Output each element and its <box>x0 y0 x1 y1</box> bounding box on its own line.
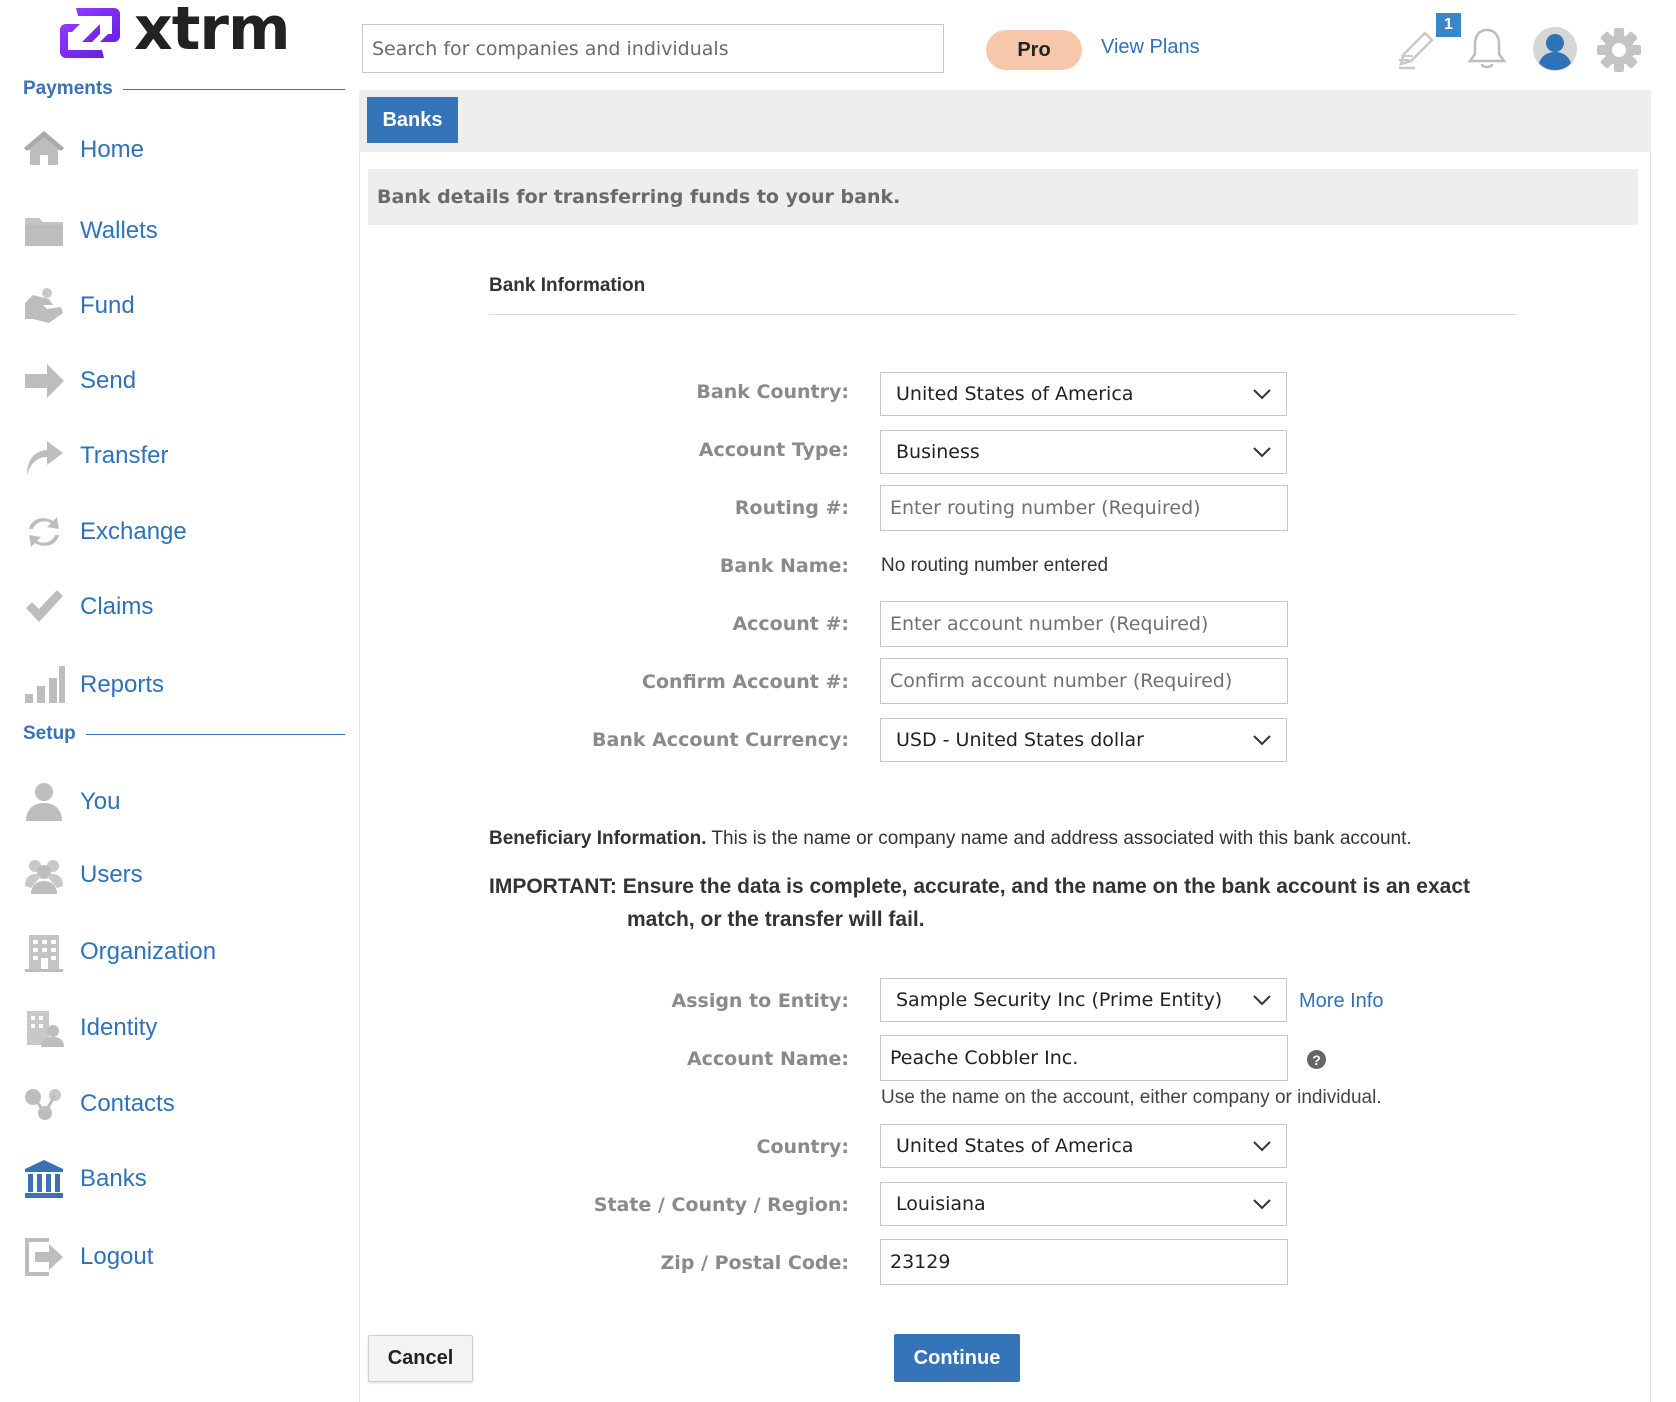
zip-postal-label: Zip / Postal Code: <box>660 1252 849 1274</box>
search-input[interactable] <box>362 24 944 73</box>
sidebar-item-claims[interactable]: Claims <box>22 582 153 632</box>
arrow-right-icon <box>22 359 66 403</box>
logout-icon <box>22 1235 66 1279</box>
chevron-down-icon <box>1253 1141 1271 1152</box>
users-icon <box>22 853 66 897</box>
bank-name-label: Bank Name: <box>719 555 849 577</box>
bell-icon[interactable] <box>1466 26 1508 72</box>
tab-banks[interactable]: Banks <box>367 97 458 143</box>
sidebar-item-exchange[interactable]: Exchange <box>22 507 187 557</box>
building-icon <box>22 930 66 974</box>
account-number-label: Account #: <box>732 613 849 635</box>
assign-entity-select[interactable]: Sample Security Inc (Prime Entity) <box>880 978 1287 1022</box>
section-divider <box>489 314 1517 315</box>
sidebar-item-fund[interactable]: Fund <box>22 281 135 331</box>
bank-country-select[interactable]: United States of America <box>880 372 1287 416</box>
home-icon <box>22 128 66 172</box>
logo-mark-icon <box>60 8 120 58</box>
sidebar-item-wallets[interactable]: Wallets <box>22 206 158 256</box>
logo[interactable]: xtrm <box>56 0 290 66</box>
account-type-label: Account Type: <box>698 439 849 461</box>
country-label: Country: <box>756 1136 850 1158</box>
sidebar-item-home[interactable]: Home <box>22 125 144 175</box>
contacts-icon <box>22 1082 66 1126</box>
account-name-hint: Use the name on the account, either comp… <box>881 1087 1382 1108</box>
sidebar-item-send[interactable]: Send <box>22 356 136 406</box>
more-info-link[interactable]: More Info <box>1299 990 1383 1013</box>
chevron-down-icon <box>1253 1199 1271 1210</box>
sidebar-item-reports[interactable]: Reports <box>22 660 164 710</box>
account-name-input[interactable] <box>880 1035 1288 1081</box>
sidebar-item-organization[interactable]: Organization <box>22 927 216 977</box>
sidebar-item-you[interactable]: You <box>22 777 121 827</box>
chevron-down-icon <box>1253 735 1271 746</box>
notice-banner: Bank details for transferring funds to y… <box>368 169 1638 225</box>
bank-country-label: Bank Country: <box>696 381 849 403</box>
bar-chart-icon <box>22 663 66 707</box>
bank-account-currency-label: Bank Account Currency: <box>592 729 849 751</box>
zip-postal-input[interactable] <box>880 1239 1288 1285</box>
user-avatar-icon[interactable] <box>1532 26 1578 72</box>
view-plans-link[interactable]: View Plans <box>1101 36 1200 59</box>
setup-section-heading: Setup <box>23 723 345 745</box>
important-warning: IMPORTANT: Ensure the data is complete, … <box>489 875 1471 931</box>
currency-select[interactable]: USD - United States dollar <box>880 718 1287 762</box>
payments-section-heading: Payments <box>23 78 345 100</box>
hand-coin-icon <box>22 284 66 328</box>
account-name-label: Account Name: <box>686 1048 849 1070</box>
chevron-down-icon <box>1253 995 1271 1006</box>
share-arrow-icon <box>22 434 66 478</box>
help-question-icon[interactable]: ? <box>1307 1050 1326 1069</box>
chevron-down-icon <box>1253 389 1271 400</box>
sidebar-item-identity[interactable]: Identity <box>22 1003 157 1053</box>
beneficiary-info-text: Beneficiary Information. This is the nam… <box>489 828 1412 849</box>
gear-icon[interactable] <box>1596 27 1642 73</box>
routing-label: Routing #: <box>734 497 849 519</box>
folder-icon <box>22 209 66 253</box>
state-region-label: State / County / Region: <box>593 1194 849 1216</box>
sidebar-item-banks[interactable]: Banks <box>22 1154 147 1204</box>
continue-button[interactable]: Continue <box>894 1334 1020 1382</box>
sidebar-item-logout[interactable]: Logout <box>22 1232 153 1282</box>
cancel-button[interactable]: Cancel <box>368 1335 473 1382</box>
notification-count-badge: 1 <box>1436 13 1461 37</box>
logo-wordmark: xtrm <box>134 0 290 64</box>
tab-bar <box>359 90 1651 152</box>
identity-icon <box>22 1006 66 1050</box>
bank-information-title: Bank Information <box>489 275 646 296</box>
state-region-select[interactable]: Louisiana <box>880 1182 1287 1226</box>
assign-entity-label: Assign to Entity: <box>671 990 850 1012</box>
confirm-account-input[interactable] <box>880 658 1288 704</box>
pro-badge[interactable]: Pro <box>986 30 1082 70</box>
confirm-account-label: Confirm Account #: <box>642 671 849 693</box>
chevron-down-icon <box>1253 447 1271 458</box>
exchange-icon <box>22 510 66 554</box>
sidebar-item-contacts[interactable]: Contacts <box>22 1079 175 1129</box>
bank-icon <box>22 1157 66 1201</box>
account-type-select[interactable]: Business <box>880 430 1287 474</box>
sidebar-item-users[interactable]: Users <box>22 850 143 900</box>
country-select[interactable]: United States of America <box>880 1124 1287 1168</box>
checkmark-icon <box>22 585 66 629</box>
routing-number-input[interactable] <box>880 485 1288 531</box>
person-icon <box>22 780 66 824</box>
edit-pencil-icon[interactable] <box>1395 26 1439 70</box>
sidebar-item-transfer[interactable]: Transfer <box>22 431 168 481</box>
bank-name-value: No routing number entered <box>881 555 1109 576</box>
account-number-input[interactable] <box>880 601 1288 647</box>
